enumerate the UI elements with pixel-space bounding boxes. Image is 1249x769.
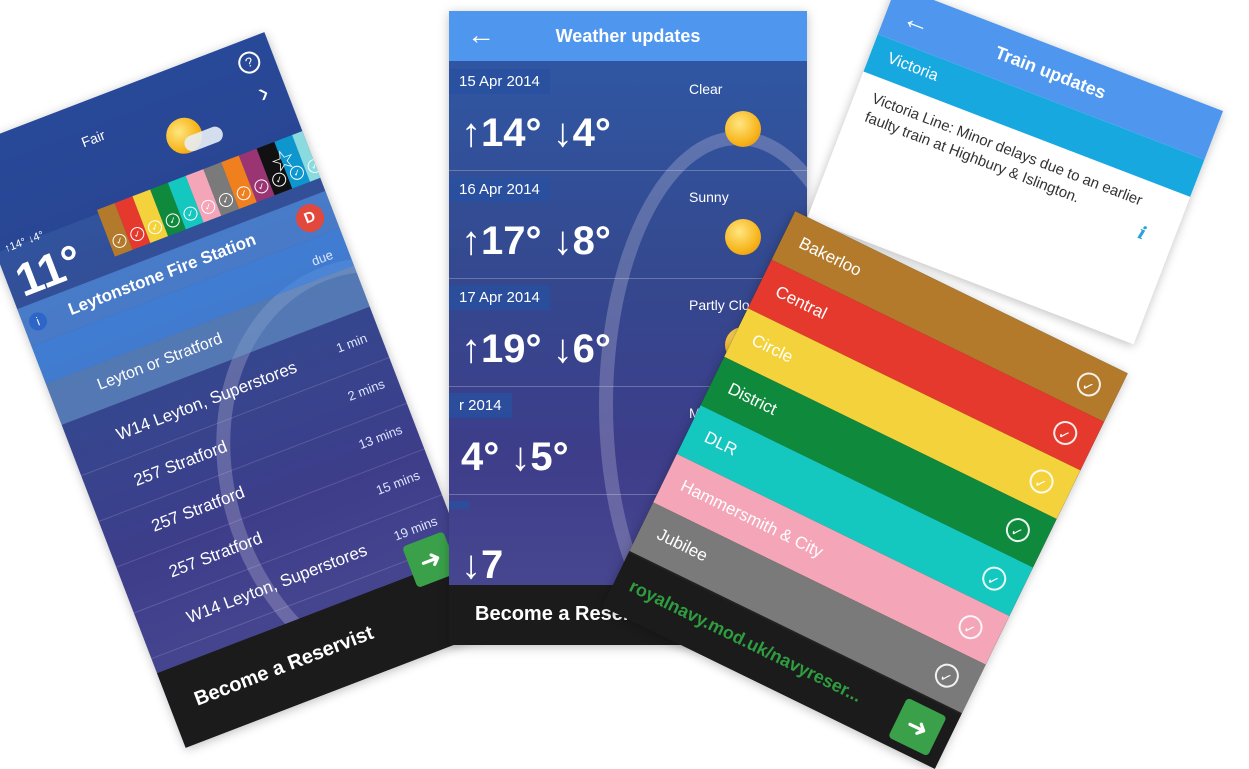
forecast-day[interactable]: 15 Apr 2014 Clear ↑14° ↓4° <box>449 63 807 171</box>
forecast-date: 17 Apr 2014 <box>449 285 550 310</box>
forecast-temps: ↓7 <box>461 543 504 587</box>
status-check-icon: ✓ <box>978 562 1011 595</box>
status-check-icon: ✓ <box>1025 465 1058 498</box>
forecast-temps: ↑17° ↓8° <box>461 219 611 263</box>
page-title: Weather updates <box>555 26 701 46</box>
forecast-temps: ↑14° ↓4° <box>461 111 611 155</box>
forecast-temps: 4° ↓5° <box>461 435 569 479</box>
due-label: due <box>309 246 336 269</box>
forecast-date: 16 Apr 2014 <box>449 177 550 202</box>
arrival-time: 2 mins <box>345 376 387 404</box>
nav-bar: ← Weather updates <box>449 11 807 61</box>
arrival-time: 15 mins <box>373 467 422 498</box>
tube-line-name: DLR <box>701 427 741 460</box>
forecast-date <box>449 501 469 509</box>
arrival-time: 1 min <box>334 330 370 356</box>
status-check-icon: ✓ <box>1001 514 1034 547</box>
line-name: Victoria <box>884 49 941 85</box>
status-check-icon: ✓ <box>1049 416 1082 450</box>
info-icon[interactable]: i <box>26 309 50 334</box>
station-letter-badge: D <box>291 200 329 237</box>
tube-line-name: District <box>724 379 781 419</box>
forecast-condition: Sunny <box>689 189 729 205</box>
forecast-date: r 2014 <box>449 393 512 418</box>
sun-icon <box>725 111 761 147</box>
forecast-condition: Clear <box>689 81 723 97</box>
tube-line-name: Circle <box>748 330 797 367</box>
forecast-day[interactable]: 16 Apr 2014 Sunny ↑17° ↓8° <box>449 171 807 279</box>
tube-line-name: Jubilee <box>653 524 711 566</box>
bus-countdown-screen: ? Fair › ↑14° ↓4° 11° ✓ ✓ ✓ ✓ ✓ ✓ ✓ ✓ ✓ ✓ ✓ ✓ ☆ i L… <box>0 32 494 748</box>
sun-icon <box>725 219 761 255</box>
status-check-icon: ✓ <box>1072 368 1105 401</box>
check-icon: ✓ <box>305 156 324 176</box>
forecast-date: 15 Apr 2014 <box>449 69 550 94</box>
status-check-icon: ✓ <box>954 611 987 644</box>
tube-line-name: Bakerloo <box>796 233 865 280</box>
arrival-time: 13 mins <box>356 421 405 453</box>
forecast-temps: ↑19° ↓6° <box>461 327 611 371</box>
status-check-icon: ✓ <box>930 659 963 692</box>
tube-line-name: Central <box>772 281 830 324</box>
ad-arrow-button[interactable]: ➜ <box>888 697 947 757</box>
